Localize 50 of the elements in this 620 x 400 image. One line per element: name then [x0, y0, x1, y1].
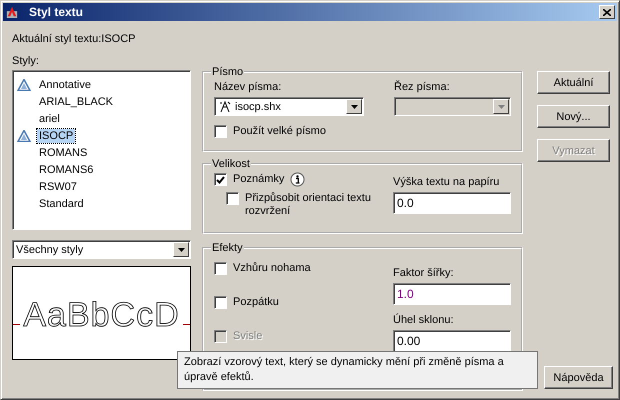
oblique-angle-field[interactable]: 0.00 [393, 330, 511, 352]
tooltip: Zobrazí vzorový text, který se dynamicky mění při změně písma a úpravě efektů. [177, 351, 538, 389]
style-item[interactable]: ariel [37, 112, 62, 126]
checkbox[interactable] [214, 125, 227, 138]
group-title: Velikost [211, 158, 251, 170]
style-item[interactable]: Annotative [37, 78, 93, 92]
dialog-button[interactable]: Aktuální [537, 71, 610, 94]
styles-label: Styly: [12, 54, 40, 68]
window-title: Styl textu [29, 5, 84, 19]
dropdown-arrow-icon [350, 104, 358, 108]
info-icon[interactable] [290, 172, 306, 187]
preview-text: AaBbCcD [23, 298, 180, 332]
field-label: Název písma: [214, 80, 282, 94]
baseline-marker [182, 324, 190, 325]
style-item[interactable]: ARIAL_BLACK [37, 94, 115, 108]
style-item[interactable]: ROMANS [37, 146, 90, 160]
style-item[interactable]: ISOCP [37, 128, 76, 142]
close-button[interactable] [599, 5, 615, 19]
style-filter-dropdown[interactable]: Všechny styly [12, 240, 191, 259]
styles-list[interactable]: Annotative ARIAL_BLACK ariel ISOCP ROMANS ROMANS6 RSW07 Standard [12, 70, 191, 230]
current-style-label: Aktuální styl textu:ISOCP [12, 33, 136, 47]
field-label: Řez písma: [394, 80, 451, 94]
checkbox-label[interactable]: Přizpůsobit orientaci textu rozvržení [245, 192, 386, 218]
field-label: Faktor šířky: [393, 266, 455, 280]
field-label: Úhel sklonu: [393, 313, 455, 327]
close-icon [603, 8, 611, 16]
checkbox-label[interactable]: Použít velké písmo [233, 125, 326, 138]
app-icon [5, 6, 19, 18]
paper-height-field[interactable]: 0.0 [393, 192, 511, 214]
checkbox[interactable] [226, 192, 239, 205]
checkbox[interactable] [214, 296, 227, 309]
group-title: Efekty [211, 242, 244, 254]
style-item[interactable]: Standard [37, 196, 86, 210]
font-name-dropdown[interactable]: isocp.shx [214, 97, 364, 116]
checkbox[interactable] [214, 262, 227, 275]
checkbox-label[interactable]: Poznámky [233, 173, 284, 186]
style-item[interactable]: RSW07 [37, 180, 79, 194]
checkbox[interactable] [214, 173, 227, 186]
dropdown-arrow-icon [178, 248, 184, 252]
style-item[interactable]: ROMANS6 [37, 162, 96, 176]
width-factor-field[interactable]: 1.0 [393, 283, 511, 305]
dropdown-arrow-icon [498, 104, 504, 108]
dialog-button[interactable]: Nový... [537, 105, 610, 128]
font-icon [218, 100, 232, 113]
help-button[interactable]: Nápověda [544, 366, 613, 389]
group-title: Písmo [211, 66, 244, 78]
field-label: Výška textu na papíru [393, 175, 500, 189]
checkbox-label[interactable]: Vzhůru nohama [233, 262, 311, 275]
checkbox-label[interactable]: Pozpátku [233, 296, 279, 309]
baseline-marker [13, 324, 20, 325]
